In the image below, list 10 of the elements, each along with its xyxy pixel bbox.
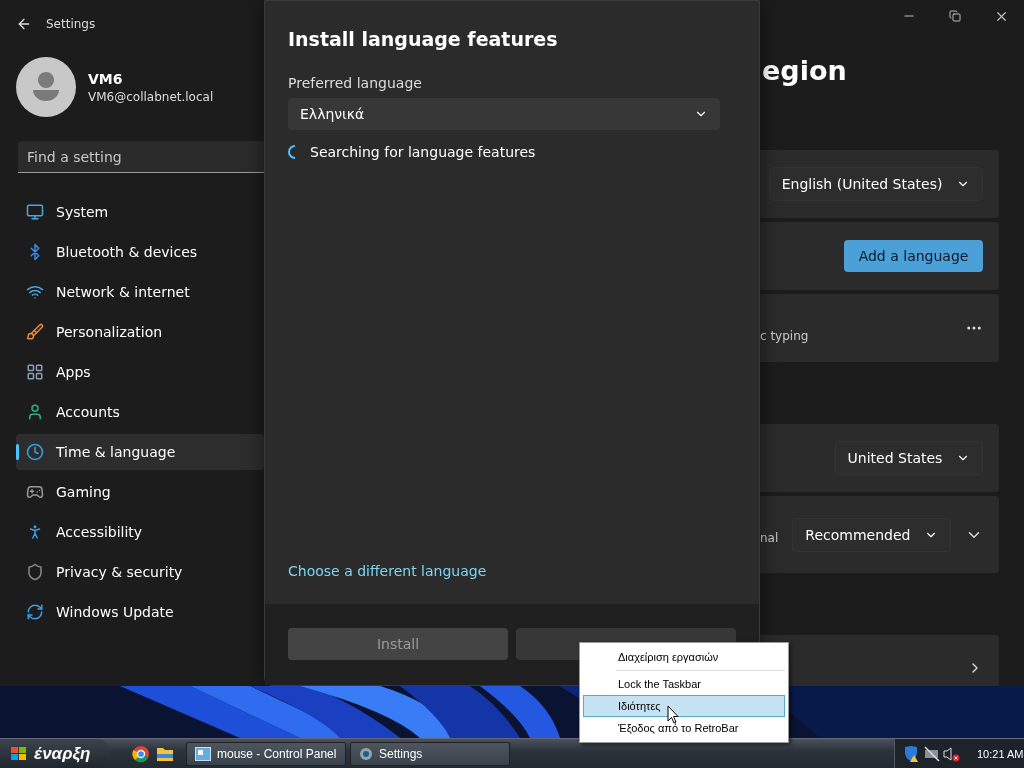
dialog-title: Install language features [288,28,559,50]
status-text: Searching for language features [310,144,536,160]
row-text: c typing [760,329,809,343]
clock: 10:21 AM [977,747,1024,760]
window-title: Settings [46,17,96,31]
page-title: egion [762,55,848,88]
user-email: VM6@collabnet.local [88,89,214,104]
user-name: VM6 [88,70,124,87]
row-text: nal [760,530,779,545]
field-label: Preferred language [288,75,423,91]
